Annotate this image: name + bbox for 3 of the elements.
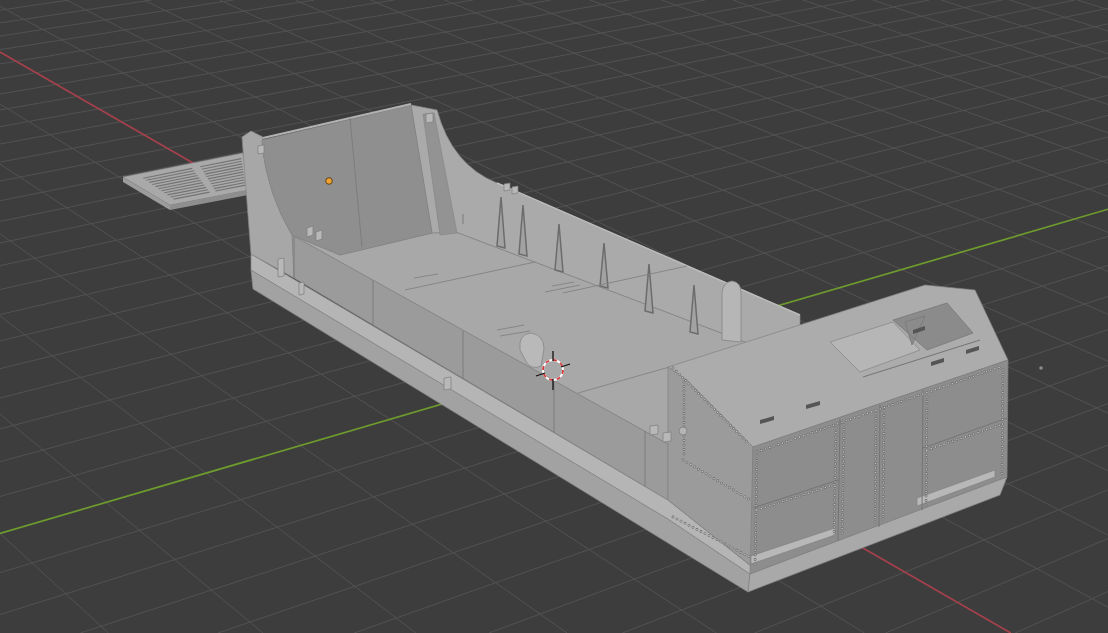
point-marker-icon	[1039, 366, 1043, 370]
crosshair-icon	[535, 350, 571, 391]
origin-dot-icon	[325, 177, 333, 185]
